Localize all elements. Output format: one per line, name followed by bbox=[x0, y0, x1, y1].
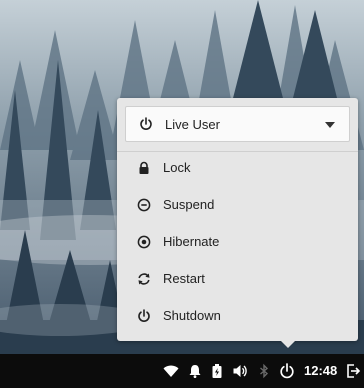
menu-item-hibernate[interactable]: Hibernate bbox=[117, 224, 358, 260]
menu-item-suspend[interactable]: Suspend bbox=[117, 187, 358, 223]
lock-icon bbox=[139, 161, 149, 174]
battery-icon[interactable] bbox=[209, 363, 225, 379]
chevron-down-icon bbox=[325, 122, 335, 128]
logout-icon[interactable] bbox=[345, 363, 361, 379]
menu-item-lock[interactable]: Lock bbox=[117, 150, 358, 186]
power-icon bbox=[140, 117, 152, 130]
bluetooth-icon[interactable] bbox=[256, 363, 272, 379]
menu-item-restart[interactable]: Restart bbox=[117, 261, 358, 297]
restart-icon bbox=[138, 273, 150, 285]
menu-item-label: Restart bbox=[163, 271, 205, 286]
volume-icon[interactable] bbox=[232, 363, 248, 379]
menu-item-label: Suspend bbox=[163, 197, 215, 212]
wifi-icon[interactable] bbox=[163, 363, 179, 379]
menu-item-label: Shutdown bbox=[163, 308, 221, 323]
power-icon bbox=[138, 309, 150, 322]
power-icon[interactable] bbox=[279, 363, 295, 379]
clock[interactable]: 12:48 bbox=[304, 363, 337, 378]
bell-icon[interactable] bbox=[187, 363, 203, 379]
suspend-icon bbox=[137, 198, 151, 212]
user-select-label: Live User bbox=[165, 117, 220, 132]
menu-item-label: Lock bbox=[163, 160, 191, 175]
menu-item-shutdown[interactable]: Shutdown bbox=[117, 298, 358, 334]
taskbar: 12:48 bbox=[0, 354, 364, 388]
session-menu: Live User Lock Suspend Hibernate Restart… bbox=[117, 98, 358, 348]
menu-item-label: Hibernate bbox=[163, 234, 220, 249]
user-select-dropdown[interactable]: Live User bbox=[125, 106, 350, 142]
hibernate-icon bbox=[137, 235, 151, 249]
